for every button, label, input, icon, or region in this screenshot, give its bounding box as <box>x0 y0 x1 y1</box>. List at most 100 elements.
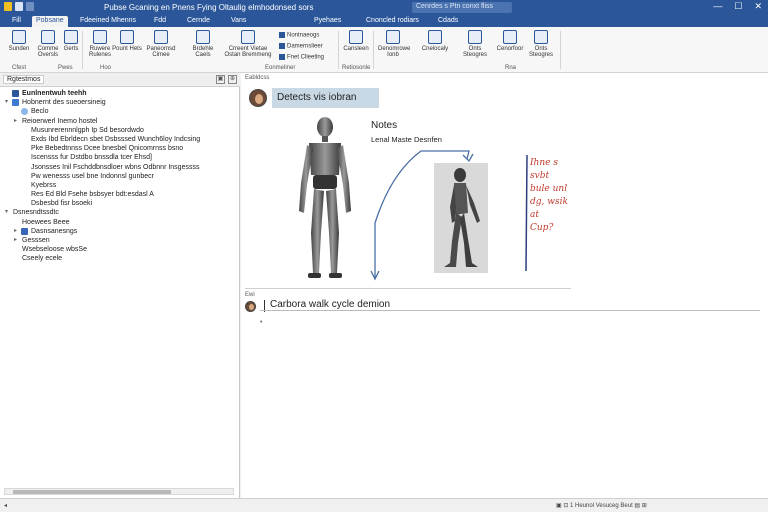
tab-help[interactable]: Cnoncled rodiars <box>362 16 423 27</box>
tab-history[interactable]: Cernde <box>183 16 214 27</box>
tree-item[interactable]: Pw wenesss usel bne Indonnsl gunbecr <box>0 172 238 181</box>
ribbon-button-11[interactable]: Cnelocaly <box>420 30 450 52</box>
ribbon-divider <box>82 31 83 69</box>
window-controls: — ☐ ✕ <box>713 1 762 12</box>
ribbon-button-10[interactable]: Denomrowe Ionb <box>378 30 410 58</box>
navigation-tab[interactable]: Rgtestmos <box>3 75 45 84</box>
quick-access-toolbar <box>4 2 34 11</box>
tree-item[interactable]: Cseely ecele <box>0 254 238 263</box>
ribbon-button-2[interactable]: Comme Oversls <box>33 30 63 58</box>
tree-item[interactable]: Iscensss fur Dstdbo bnssdla tcer Ehsd] <box>0 153 238 162</box>
minimize-button[interactable]: — <box>713 1 722 12</box>
tree-item[interactable]: ▸ Dasnsanesngs <box>0 227 238 236</box>
navigation-pane: Rgtestmos ▣ ⊕ Eunlnentwuh teehh ▾ Hobnernt… <box>0 73 240 498</box>
ribbon-group-label: Eonmeliner <box>265 65 296 71</box>
find-icon <box>279 54 285 60</box>
tree-item[interactable]: Musunrerennnlgph Ip Sd besordwdo <box>0 126 238 135</box>
tree-item-label: Pw wenesss usel bne Indonnsl gunbecr <box>31 172 154 180</box>
caption-author-avatar <box>245 301 256 312</box>
tree-item[interactable]: Eunlnentwuh teehh <box>0 89 238 98</box>
expand-icon[interactable]: ▸ <box>14 117 17 126</box>
ribbon-button-8[interactable]: Crreent Vietae Ostan Bremmeng <box>224 30 272 58</box>
ribbon-small-3[interactable]: Fnet Clleetlng <box>279 54 324 61</box>
tab-draw[interactable]: Fdd <box>150 16 170 27</box>
collapse-icon[interactable]: ▾ <box>5 208 8 217</box>
tab-home[interactable]: Pobsane <box>32 16 68 27</box>
expand-icon[interactable]: ▸ <box>14 236 17 245</box>
tree-item[interactable]: Beclo <box>0 107 238 116</box>
title-bar: Pubse Gcaning en Pnens Fying Oltaulig el… <box>0 0 768 15</box>
ribbon-divider <box>338 31 339 69</box>
tree-item[interactable]: Res Ed Bld Fsehe bsbsyer bdt:esdasl A <box>0 190 238 199</box>
ribbon-group-label: Pwes <box>58 65 73 71</box>
tab-view[interactable]: Pyehaes <box>310 16 345 27</box>
ribbon-button-6[interactable]: Paneornsd Cimee <box>143 30 179 58</box>
tree-item[interactable]: Kyebrss <box>0 181 238 190</box>
ribbon-button-1[interactable]: Sunden <box>4 30 34 52</box>
expand-icon[interactable]: ▸ <box>14 227 17 236</box>
tree-item[interactable]: Jsonsses Inil Fschddbnsdloer wbns Odbnnr… <box>0 163 238 172</box>
ribbon-button-13[interactable]: Cenorfoor <box>495 30 525 52</box>
close-button[interactable]: ✕ <box>754 1 762 12</box>
tree-item[interactable]: Pke Bebedtnnss Dcee bnesbel Qnicomrnss b… <box>0 144 238 153</box>
ribbon-button-14[interactable]: Onts Steogres <box>526 30 556 58</box>
tree-item-label: Reioerwerl Inemo hostel <box>22 117 98 125</box>
tag-icon <box>120 30 134 44</box>
ribbon-button-4[interactable]: Ruwere Rulenes <box>85 30 115 58</box>
tab-extra[interactable]: Cdads <box>434 16 462 27</box>
tree-item-label: Hoewees Beee <box>22 218 70 226</box>
tree-item[interactable]: Wsebseloose wbsSe <box>0 245 238 254</box>
tab-review[interactable]: Vans <box>227 16 250 27</box>
tree-item[interactable]: ▸ Reioerwerl Inemo hostel <box>0 117 238 126</box>
tree-item-label: Jsonsses Inil Fschddbnsdloer wbns Odbnnr… <box>31 163 200 171</box>
ribbon-small-1[interactable]: Nontnaeogs <box>279 32 319 39</box>
tree-item-label: Eunlnentwuh teehh <box>22 90 87 97</box>
horizontal-scrollbar[interactable] <box>4 488 234 495</box>
ribbon-button-5[interactable]: Pount Hets <box>112 30 142 52</box>
collapse-icon[interactable]: ▾ <box>5 98 8 107</box>
tree-item-label: Kyebrss <box>31 181 57 189</box>
ribbon-button-3[interactable]: Gerts <box>60 30 82 52</box>
ribbon-button-9[interactable]: Cansleen <box>341 30 371 52</box>
navigation-header: Rgtestmos ▣ ⊕ <box>0 73 240 87</box>
caption-text[interactable]: Carbora walk cycle demion <box>270 299 390 310</box>
meeting-icon <box>241 30 255 44</box>
tab-file[interactable]: Fill <box>8 16 25 27</box>
search-box[interactable]: Cenrdes s Ptn conxt fliss <box>412 2 512 13</box>
monitor-icon <box>386 30 400 44</box>
status-bar: ◂ ▣ ⊡ 1 Heunol Vesuceg Beut ▤ ⊞ <box>0 498 768 512</box>
scroll-left-icon[interactable]: ◂ <box>4 502 7 509</box>
tree-item[interactable]: Exds Ibd Ebrldecn sbet Dsbsssed Wunch6lo… <box>0 135 238 144</box>
maximize-button[interactable]: ☐ <box>734 1 742 12</box>
scrollbar-thumb[interactable] <box>13 490 171 494</box>
checkbox-icon <box>279 32 285 38</box>
walking-figure <box>444 168 480 267</box>
tree-item-label: Beclo <box>31 108 49 116</box>
ribbon-button-7[interactable]: Brdehle Caels <box>188 30 218 58</box>
undo-icon[interactable] <box>26 2 34 11</box>
handwritten-annotation[interactable]: Ihne s svbt bule unl dg, wsik at Cup? <box>530 157 580 235</box>
ribbon-small-2[interactable]: Damernslieer <box>279 43 323 50</box>
note-canvas[interactable]: Eabldcss Detects vis iobran Notes Lenal … <box>241 73 768 498</box>
ribbon-group-label: Retiosonle <box>342 65 371 71</box>
tree-item[interactable]: Hoewees Beee <box>0 218 238 227</box>
ribbon-button-12[interactable]: Onts Steogres <box>460 30 490 58</box>
page-title[interactable]: Detects vis iobran <box>272 88 379 108</box>
add-page-icon[interactable]: ⊕ <box>228 75 237 84</box>
ribbon-group-label: Hoo <box>100 65 112 71</box>
tab-insert[interactable]: Fdeeined Mhenns <box>76 16 140 27</box>
pin-icon[interactable]: ▣ <box>216 75 225 84</box>
tree-item[interactable]: ▸ Gesssen <box>0 236 238 245</box>
email-icon <box>154 30 168 44</box>
ribbon-group-label: Rna <box>505 65 517 71</box>
canvas-header-label: Eabldcss <box>245 75 270 81</box>
tree-item[interactable]: ▾ Hobnernt des sueoersineig <box>0 98 238 107</box>
tree-item[interactable]: Dsbesbd fisr bsoeki <box>0 199 238 208</box>
status-info: ▣ ⊡ 1 Heunol Vesuceg Beut ▤ ⊞ <box>556 503 647 509</box>
ribbon-group-label: Cfest <box>12 65 27 71</box>
arrows-icon <box>503 30 517 44</box>
save-icon[interactable] <box>15 2 23 11</box>
format-icon <box>64 30 78 44</box>
tree-item[interactable]: ▾ Dsnesndtssdtc <box>0 208 238 217</box>
caption-label: Ewi <box>245 292 255 298</box>
